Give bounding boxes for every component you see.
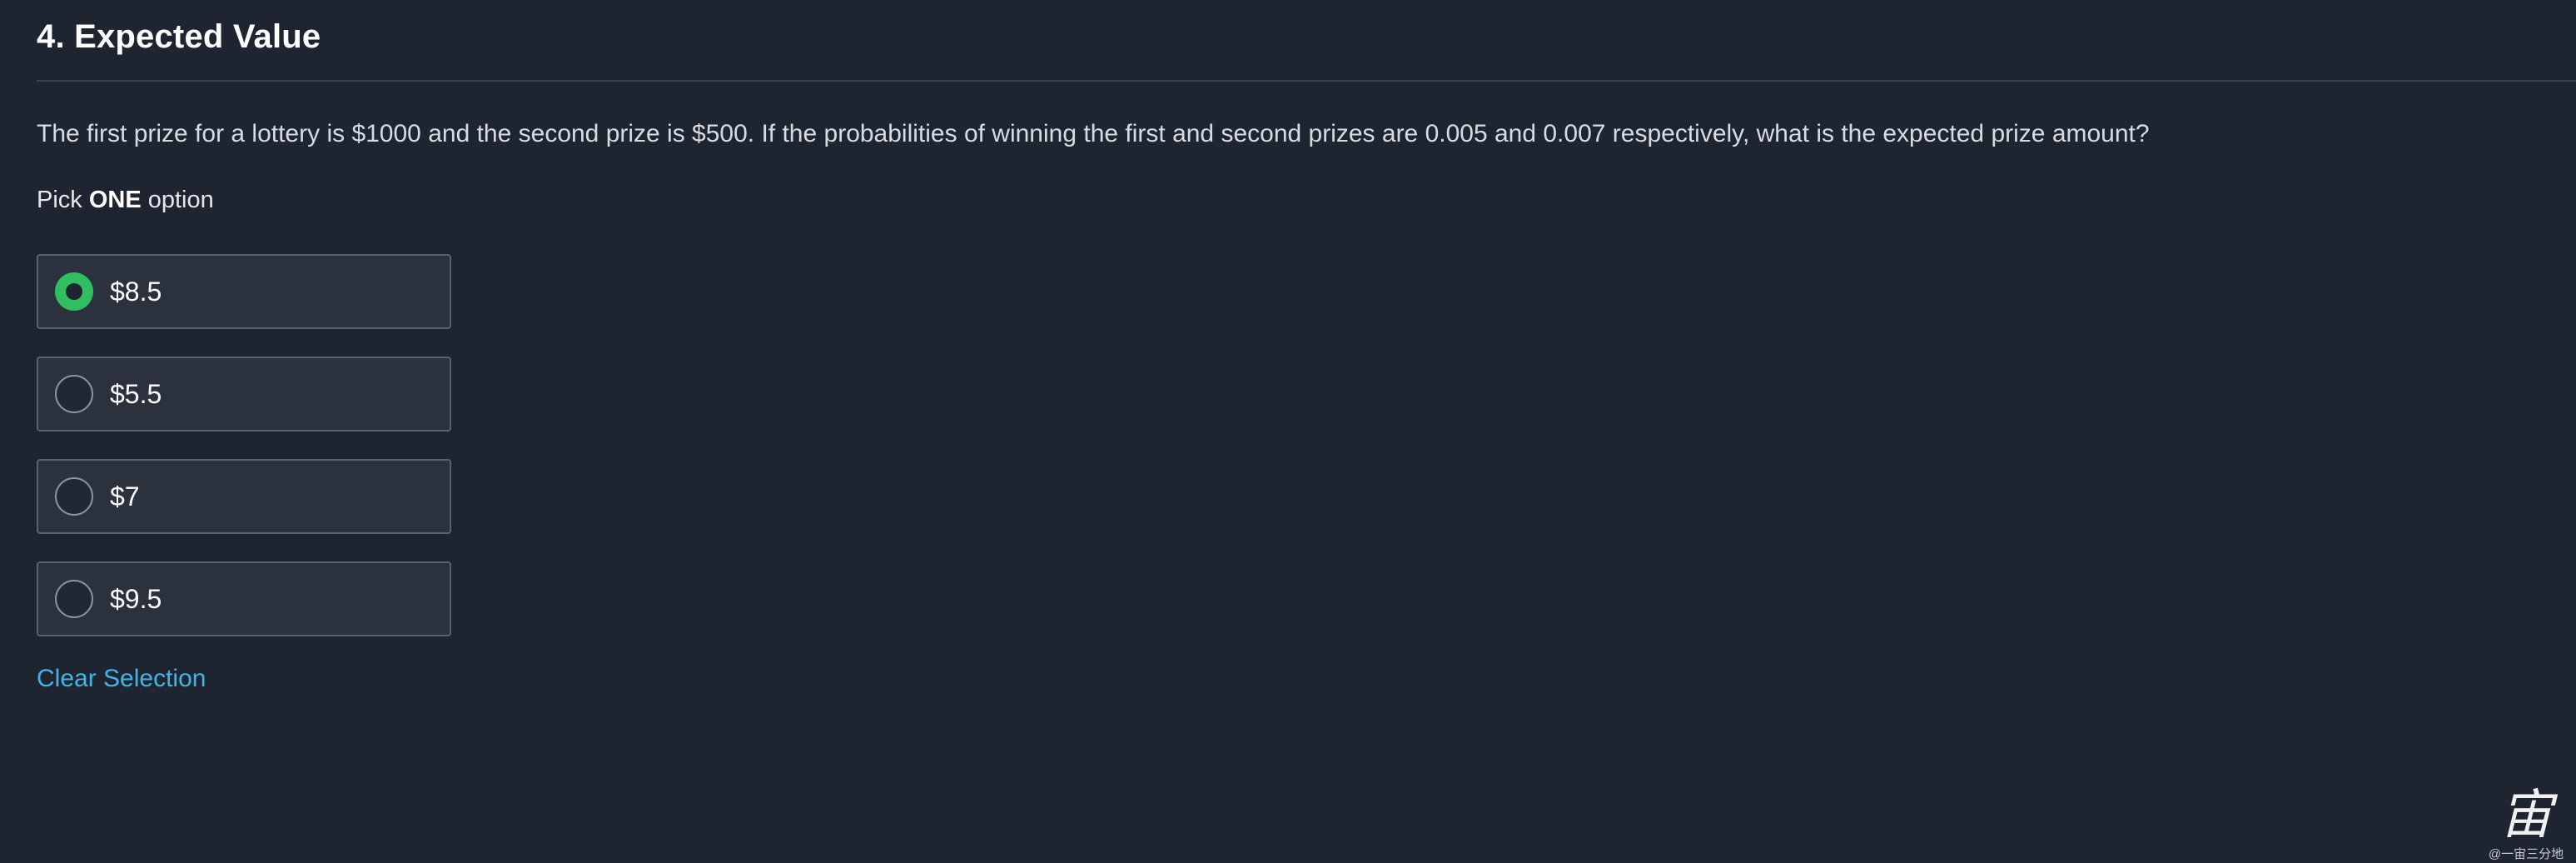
option-7[interactable]: $7	[37, 459, 451, 534]
clear-selection-link[interactable]: Clear Selection	[37, 665, 206, 693]
question-text: The first prize for a lottery is $1000 a…	[37, 120, 2150, 147]
radio-unselected-icon[interactable]	[55, 375, 93, 413]
instruction-suffix: option	[141, 187, 214, 213]
option-label: $5.5	[110, 378, 162, 409]
option-5-5[interactable]: $5.5	[37, 357, 451, 432]
radio-selected-icon[interactable]	[55, 272, 93, 311]
option-label: $8.5	[110, 276, 162, 307]
title-divider	[37, 80, 2576, 82]
instruction-prefix: Pick	[37, 187, 89, 213]
option-9-5[interactable]: $9.5	[37, 561, 451, 636]
instruction-emphasis: ONE	[88, 187, 142, 213]
watermark-logo: 宙 @一宙三分地	[2484, 786, 2568, 861]
question-title: 4. Expected Value	[37, 18, 321, 55]
options-list: $8.5 $5.5 $7 $9.5	[37, 254, 453, 664]
watermark-glyph: 宙	[2499, 785, 2553, 846]
radio-unselected-icon[interactable]	[55, 580, 93, 618]
option-label: $9.5	[110, 583, 162, 614]
watermark-handle: @一宙三分地	[2488, 847, 2564, 861]
instruction-text: Pick ONE option	[37, 187, 214, 214]
radio-unselected-icon[interactable]	[55, 477, 93, 516]
option-8-5[interactable]: $8.5	[37, 254, 451, 329]
question-page: 4. Expected Value The first prize for a …	[0, 0, 2576, 863]
option-label: $7	[110, 481, 140, 511]
